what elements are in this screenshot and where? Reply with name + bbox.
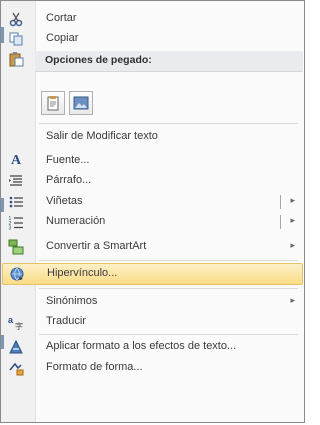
paste-keep-source-button[interactable] [41, 91, 65, 115]
separator [39, 288, 298, 289]
split-divider [280, 195, 281, 209]
font-icon: A [10, 153, 22, 168]
menu-item-label: Convertir a SmartArt [46, 240, 147, 252]
translate-icon: a字 [8, 314, 24, 330]
scissors-icon [8, 11, 24, 27]
copy-icon [8, 31, 24, 47]
clipboard-icon [47, 96, 59, 111]
separator [39, 260, 298, 261]
shape-format-icon [8, 360, 24, 376]
menu-item-label: Formato de forma... [46, 361, 143, 373]
paste-options-label: Opciones de pegado: [45, 54, 152, 66]
submenu-arrow-icon[interactable]: ▸ [290, 215, 295, 226]
paste-icon [8, 51, 24, 67]
menu-item-font[interactable]: A Fuente... [2, 151, 303, 171]
menu-item-convert-smartart[interactable]: Convertir a SmartArt ▸ [2, 237, 303, 257]
submenu-arrow-icon[interactable]: ▸ [290, 195, 295, 206]
menu-item-synonyms[interactable]: Sinónimos ▸ [2, 292, 303, 312]
menu-item-shape-format[interactable]: Formato de forma... [2, 358, 303, 378]
menu-item-label: Sinónimos [46, 295, 98, 307]
paragraph-icon [8, 173, 24, 189]
menu-item-label: Copiar [46, 32, 79, 44]
paste-picture-button[interactable] [69, 91, 93, 115]
paste-options-header: Opciones de pegado: [35, 51, 303, 72]
menu-item-numbering[interactable]: 123 Numeración ▸ [2, 212, 303, 232]
menu-item-label: Numeración [46, 215, 106, 227]
menu-item-hyperlink[interactable]: Hipervínculo... [2, 263, 303, 285]
menu-item-cut[interactable]: Cortar [2, 9, 303, 29]
menu-item-exit-edit-text[interactable]: Salir de Modificar texto [2, 127, 303, 147]
separator [39, 334, 298, 335]
smartart-icon [8, 239, 24, 255]
submenu-arrow-icon: ▸ [290, 240, 295, 250]
menu-item-label: Párrafo... [46, 174, 92, 186]
menu-item-copy[interactable]: Copiar [2, 29, 303, 49]
svg-text:a: a [8, 315, 14, 325]
menu-item-bullets[interactable]: Viñetas ▸ [2, 192, 303, 212]
text-effects-icon [8, 339, 24, 355]
menu-item-label: Fuente... [46, 154, 90, 166]
menu-item-label: Salir de Modificar texto [46, 130, 158, 142]
menu-item-translate[interactable]: a字 Traducir [2, 312, 303, 332]
split-divider [280, 215, 281, 229]
menu-item-paragraph[interactable]: Párrafo... [2, 171, 303, 191]
menu-item-label: Viñetas [46, 195, 83, 207]
menu-item-text-effects[interactable]: Aplicar formato a los efectos de texto..… [2, 337, 303, 357]
svg-text:字: 字 [15, 321, 23, 330]
numbering-icon: 123 [8, 214, 24, 230]
menu-item-label: Hipervínculo... [47, 267, 118, 279]
bullets-icon [8, 194, 24, 210]
menu-item-label: Aplicar formato a los efectos de texto..… [46, 340, 237, 352]
submenu-arrow-icon: ▸ [290, 295, 295, 305]
menu-item-label: Traducir [46, 315, 86, 327]
context-menu: Cortar Copiar Opciones de pegado: Salir … [0, 0, 305, 423]
svg-text:3: 3 [9, 226, 12, 231]
menu-item-label: Cortar [46, 12, 77, 24]
picture-icon [73, 96, 89, 110]
separator [39, 123, 298, 124]
hyperlink-icon [9, 266, 25, 282]
